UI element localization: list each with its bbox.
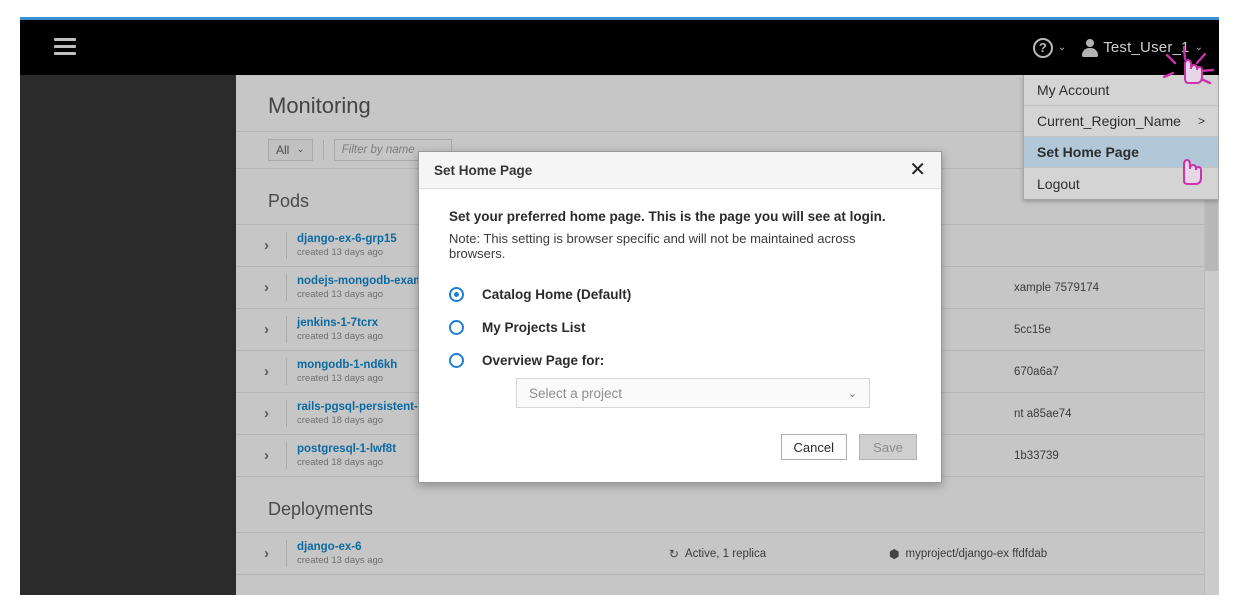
expand-chevron-icon[interactable]: ›: [264, 363, 286, 380]
deployments-list: › django-ex-6 created 13 days ago ↻ Acti…: [236, 532, 1219, 575]
chevron-down-icon: ⌄: [1194, 41, 1203, 53]
section-title-deployments: Deployments: [268, 499, 374, 519]
help-menu-button[interactable]: ? ⌄: [1032, 37, 1067, 58]
dialog-body: Set your preferred home page. This is th…: [419, 189, 941, 408]
menu-item-logout[interactable]: Logout: [1024, 168, 1218, 199]
chevron-down-icon: ⌄: [296, 144, 305, 155]
chevron-down-icon: ⌄: [847, 387, 857, 400]
deployment-image: ⬢ myproject/django-ex ffdfdab: [889, 547, 1219, 561]
user-menu-button[interactable]: Test_User_1 ⌄: [1082, 39, 1203, 57]
close-icon[interactable]: ✕: [909, 160, 926, 180]
radio-option-overview-page[interactable]: Overview Page for:: [449, 353, 913, 368]
expand-chevron-icon[interactable]: ›: [264, 545, 286, 562]
radio-option-catalog-home[interactable]: Catalog Home (Default): [449, 287, 913, 302]
user-name-label: Test_User_1: [1103, 39, 1190, 56]
expand-chevron-icon[interactable]: ›: [264, 447, 286, 464]
menu-item-current-region[interactable]: Current_Region_Name >: [1024, 106, 1218, 137]
chevron-down-icon: ⌄: [1057, 41, 1067, 53]
dialog-lead-text: Set your preferred home page. This is th…: [449, 209, 886, 224]
submenu-arrow-icon: >: [1197, 114, 1205, 128]
expand-chevron-icon[interactable]: ›: [264, 279, 286, 296]
browser-top-accent-bar: [20, 17, 1219, 20]
dialog-title: Set Home Page: [434, 162, 533, 178]
hamburger-bar: [54, 52, 76, 55]
menu-item-set-home-page[interactable]: Set Home Page: [1024, 137, 1218, 168]
menu-item-label: Set Home Page: [1037, 144, 1139, 160]
resource-created: created 13 days ago: [297, 555, 384, 566]
radio-label: Overview Page for:: [482, 353, 605, 368]
expand-chevron-icon[interactable]: ›: [264, 237, 286, 254]
set-home-page-dialog: Set Home Page ✕ Set your preferred home …: [418, 151, 942, 483]
left-sidebar: [20, 75, 236, 595]
project-select-value: Select a project: [529, 385, 623, 401]
expand-chevron-icon[interactable]: ›: [264, 405, 286, 422]
menu-item-label: Current_Region_Name: [1037, 113, 1181, 129]
radio-label: Catalog Home (Default): [482, 287, 632, 302]
top-navbar: ? ⌄ Test_User_1 ⌄: [20, 20, 1219, 75]
table-row[interactable]: › django-ex-6 created 13 days ago ↻ Acti…: [236, 533, 1219, 575]
refresh-icon: ↻: [668, 546, 679, 561]
expand-chevron-icon[interactable]: ›: [264, 321, 286, 338]
resource-link[interactable]: django-ex-6: [297, 540, 546, 554]
deployment-image-text: myproject/django-ex ffdfdab: [905, 547, 1048, 560]
container-image-icon: ⬢: [889, 546, 900, 561]
toolbar-divider: [322, 140, 324, 160]
menu-item-my-account[interactable]: My Account: [1024, 75, 1218, 106]
page-frame: ? ⌄ Test_User_1 ⌄ Monitoring All ⌄ Filte…: [20, 17, 1219, 595]
help-circle-icon: ?: [1032, 37, 1053, 58]
navbar-right-group: ? ⌄ Test_User_1 ⌄: [1032, 20, 1203, 75]
radio-option-my-projects-list[interactable]: My Projects List: [449, 320, 913, 335]
dialog-footer: Cancel Save: [419, 408, 941, 482]
dialog-note-text: Note: This setting is browser specific a…: [449, 231, 856, 261]
user-avatar-icon: [1082, 39, 1099, 57]
radio-button[interactable]: [449, 353, 464, 368]
menu-item-label: Logout: [1037, 175, 1080, 192]
radio-button[interactable]: [449, 320, 464, 335]
project-select-dropdown[interactable]: Select a project ⌄: [516, 378, 870, 408]
menu-item-label: My Account: [1037, 82, 1110, 98]
deployment-status-text: Active, 1 replica: [684, 547, 767, 560]
hamburger-bar: [54, 45, 76, 48]
dialog-header: Set Home Page ✕: [419, 152, 941, 189]
resource-type-select-value: All: [276, 143, 290, 157]
radio-label: My Projects List: [482, 320, 586, 335]
screenshot-root: ? ⌄ Test_User_1 ⌄ Monitoring All ⌄ Filte…: [0, 0, 1239, 614]
deployment-status: ↻ Active, 1 replica: [546, 547, 889, 561]
hamburger-menu-icon[interactable]: [54, 38, 76, 56]
radio-button[interactable]: [449, 287, 464, 302]
hamburger-bar: [54, 38, 76, 41]
cancel-button[interactable]: Cancel: [780, 434, 847, 460]
save-button: Save: [859, 434, 917, 460]
resource-type-select[interactable]: All ⌄: [268, 139, 313, 161]
resource-name-cell: django-ex-6 created 13 days ago: [286, 540, 546, 567]
user-dropdown-menu: My Account Current_Region_Name > Set Hom…: [1023, 75, 1219, 200]
